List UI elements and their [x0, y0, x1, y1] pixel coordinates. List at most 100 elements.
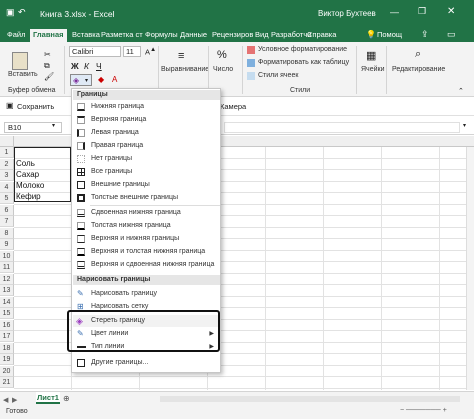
row-header[interactable]: 17 [0, 331, 14, 342]
font-color-icon[interactable]: A [112, 75, 117, 84]
row-header[interactable]: 10 [0, 250, 14, 262]
minimize-icon[interactable]: — [390, 7, 399, 17]
cut-icon[interactable]: ✂ [44, 50, 51, 59]
cond-format-button[interactable]: Условное форматирование [258, 46, 347, 53]
tab-file[interactable]: Файл [7, 30, 25, 39]
cell-styles-button[interactable]: Стили ячеек [258, 72, 298, 79]
row-header[interactable]: 19 [0, 354, 14, 365]
tab-insert[interactable]: Вставка [72, 30, 100, 39]
add-sheet-icon[interactable]: ⊕ [63, 394, 70, 403]
tab-formulas[interactable]: Формулы [145, 30, 178, 39]
cells-label[interactable]: Ячейки [361, 66, 384, 73]
menu-item-no-border[interactable]: Нет границы [73, 153, 220, 165]
row-header[interactable]: 18 [0, 342, 14, 354]
menu-item-thick-bottom-border[interactable]: Толстая нижняя граница [73, 220, 220, 232]
grow-font-icon[interactable]: A▲ [145, 46, 156, 57]
row-header[interactable]: 8 [0, 227, 14, 239]
row-header[interactable]: 14 [0, 296, 14, 308]
row-header[interactable]: 21 [0, 377, 14, 388]
row-header[interactable]: 5 [0, 193, 14, 204]
column-gridline [265, 147, 266, 390]
sheet-tab[interactable]: Лист1 [36, 392, 60, 404]
row-header[interactable]: 4 [0, 181, 14, 193]
menu-item-thick-outside-borders[interactable]: Толстые внешние границы [73, 192, 220, 204]
row-header[interactable]: 2 [0, 158, 14, 170]
tab-data[interactable]: Данные [180, 30, 207, 39]
menu-item-all-borders[interactable]: Все границы [73, 166, 220, 178]
row-header[interactable]: 6 [0, 204, 14, 216]
tab-view[interactable]: Вид [255, 30, 269, 39]
cells-icon[interactable]: ▦ [366, 49, 376, 62]
tab-developer[interactable]: Разработчи [271, 30, 311, 39]
formula-input[interactable] [224, 122, 460, 133]
tab-help[interactable]: Справка [307, 30, 336, 39]
paste-label[interactable]: Вставить [8, 71, 38, 78]
row-header[interactable]: 7 [0, 216, 14, 227]
font-name-select[interactable]: Calibri [69, 46, 121, 57]
menu-item-top-double-bottom-border[interactable]: Верхняя и сдвоенная нижняя граница [73, 259, 220, 271]
fill-color-icon[interactable]: ◆ [98, 75, 104, 84]
maximize-icon[interactable]: ❐ [418, 6, 426, 17]
bold-icon[interactable]: Ж [71, 61, 79, 71]
row-header[interactable]: 13 [0, 285, 14, 296]
vertical-scrollbar[interactable] [466, 147, 474, 390]
row-header[interactable]: 16 [0, 319, 14, 331]
paste-icon[interactable] [12, 52, 28, 70]
right-border-icon [77, 142, 85, 150]
italic-icon[interactable]: К [84, 61, 89, 71]
collapse-ribbon-icon[interactable]: ⌃ [458, 87, 464, 95]
menu-item-draw-border[interactable]: ✎ Нарисовать границу [73, 288, 220, 300]
percent-icon[interactable]: % [217, 49, 227, 61]
menu-item-top-thick-bottom-border[interactable]: Верхняя и толстая нижняя граница [73, 246, 220, 258]
format-table-button[interactable]: Форматировать как таблицу [258, 59, 349, 66]
menu-item-right-border[interactable]: Правая граница [73, 140, 220, 152]
tab-home[interactable]: Главная [30, 29, 67, 42]
row-header[interactable]: 12 [0, 273, 14, 285]
select-all-corner[interactable] [0, 136, 14, 147]
search-icon[interactable]: ⌕ [415, 48, 421, 61]
camera-button[interactable]: Камера [220, 102, 246, 111]
save-icon[interactable]: ▣ [6, 7, 15, 18]
save-icon[interactable]: ▣ [6, 101, 14, 110]
tab-review[interactable]: Рецензиров [212, 30, 253, 39]
tab-page-layout[interactable]: Разметка ст [101, 30, 143, 39]
underline-icon[interactable]: Ч [96, 61, 102, 71]
expand-formula-icon[interactable]: ▾ [463, 122, 466, 129]
zoom-slider-icon[interactable]: − ─────── + [400, 407, 447, 414]
alignment-icon[interactable]: ≡ [178, 50, 184, 62]
row-header[interactable]: 11 [0, 262, 14, 273]
row-header[interactable]: 9 [0, 239, 14, 250]
menu-item-double-bottom-border[interactable]: Сдвоенная нижняя граница [73, 207, 220, 219]
share-icon[interactable]: ⇪ [421, 29, 429, 40]
row-header[interactable]: 1 [0, 147, 14, 158]
undo-icon[interactable]: ↶ [18, 7, 26, 18]
pencil-icon: ✎ [77, 289, 84, 298]
menu-item-bottom-border[interactable]: Нижняя граница [73, 101, 220, 113]
comments-icon[interactable]: ▭ [447, 29, 456, 40]
user-name[interactable]: Виктор Бухтеев [318, 9, 376, 18]
column-gridline [381, 147, 382, 390]
menu-item-more-borders[interactable]: Другие границы... [73, 357, 220, 369]
font-size-select[interactable]: 11 [123, 46, 141, 57]
horizontal-scrollbar[interactable] [160, 396, 460, 402]
menu-item-left-border[interactable]: Левая граница [73, 127, 220, 139]
scroll-left-icon[interactable]: ◀ [3, 396, 8, 404]
borders-button[interactable]: ◈ ▾ [70, 74, 92, 86]
row-header[interactable]: 20 [0, 365, 14, 377]
editing-label[interactable]: Редактирование [392, 66, 445, 73]
save-button[interactable]: Сохранить [17, 102, 54, 111]
chevron-down-icon[interactable]: ▾ [52, 122, 55, 129]
menu-item-top-border[interactable]: Верхняя граница [73, 114, 220, 126]
scroll-right-icon[interactable]: ▶ [12, 396, 17, 404]
menu-item-top-bottom-border[interactable]: Верхняя и нижняя границы [73, 233, 220, 245]
row-header[interactable]: 15 [0, 308, 14, 319]
alignment-label[interactable]: Выравнивание [161, 66, 209, 73]
chevron-down-icon: ▾ [85, 78, 89, 84]
number-label[interactable]: Число [213, 66, 233, 73]
menu-item-outside-borders[interactable]: Внешние границы [73, 179, 220, 191]
format-painter-icon[interactable]: 🖌 [44, 72, 54, 81]
tab-tell-me[interactable]: Помощ [377, 30, 402, 39]
row-header[interactable]: 3 [0, 170, 14, 181]
copy-icon[interactable]: ⧉ [44, 61, 50, 71]
close-icon[interactable]: ✕ [447, 6, 455, 17]
